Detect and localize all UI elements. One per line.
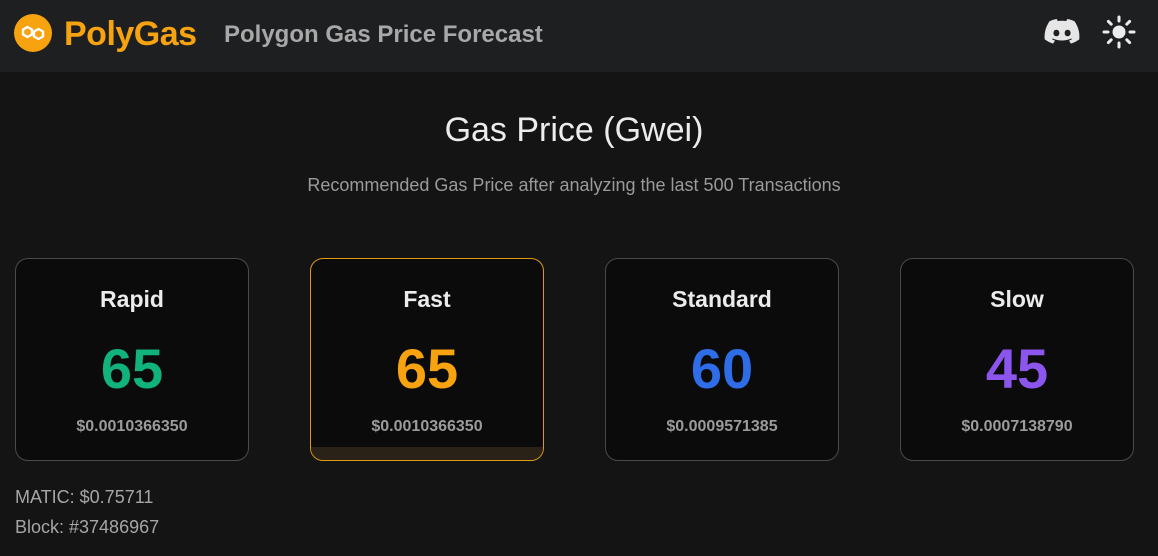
top-navbar: PolyGas Polygon Gas Price Forecast: [0, 0, 1158, 72]
card-label: Slow: [990, 286, 1044, 312]
card-gwei-value: 45: [985, 337, 1049, 400]
brand-name[interactable]: PolyGas: [64, 12, 197, 56]
site-tagline: Polygon Gas Price Forecast: [224, 21, 543, 48]
card-usd-cost: $0.0010366350: [371, 418, 483, 435]
card-gwei-value: 65: [395, 337, 459, 400]
matic-price: MATIC: $0.75711: [15, 487, 154, 507]
card-label: Standard: [672, 286, 772, 312]
discord-icon[interactable]: [1044, 16, 1080, 48]
card-label: Fast: [403, 286, 451, 312]
page-title: Gas Price (Gwei): [444, 111, 704, 149]
card-label: Rapid: [100, 286, 164, 312]
card-gwei-value: 60: [690, 337, 754, 400]
page-description: Recommended Gas Price after analyzing th…: [307, 175, 841, 195]
card-usd-cost: $0.0007138790: [961, 418, 1073, 435]
gas-card-slow[interactable]: Slow 45 $0.0007138790: [900, 258, 1134, 461]
card-gwei-value: 65: [100, 337, 164, 400]
sun-icon[interactable]: [1102, 15, 1136, 49]
gas-card-fast[interactable]: Fast 65 $0.0010366350: [310, 258, 544, 461]
polygon-logo-icon[interactable]: [13, 13, 53, 53]
card-usd-cost: $0.0009571385: [666, 418, 778, 435]
gas-card-standard[interactable]: Standard 60 $0.0009571385: [605, 258, 839, 461]
card-usd-cost: $0.0010366350: [76, 418, 188, 435]
block-number: Block: #37486967: [15, 517, 160, 537]
gas-card-rapid[interactable]: Rapid 65 $0.0010366350: [15, 258, 249, 461]
card-selected-indicator: [311, 447, 543, 460]
